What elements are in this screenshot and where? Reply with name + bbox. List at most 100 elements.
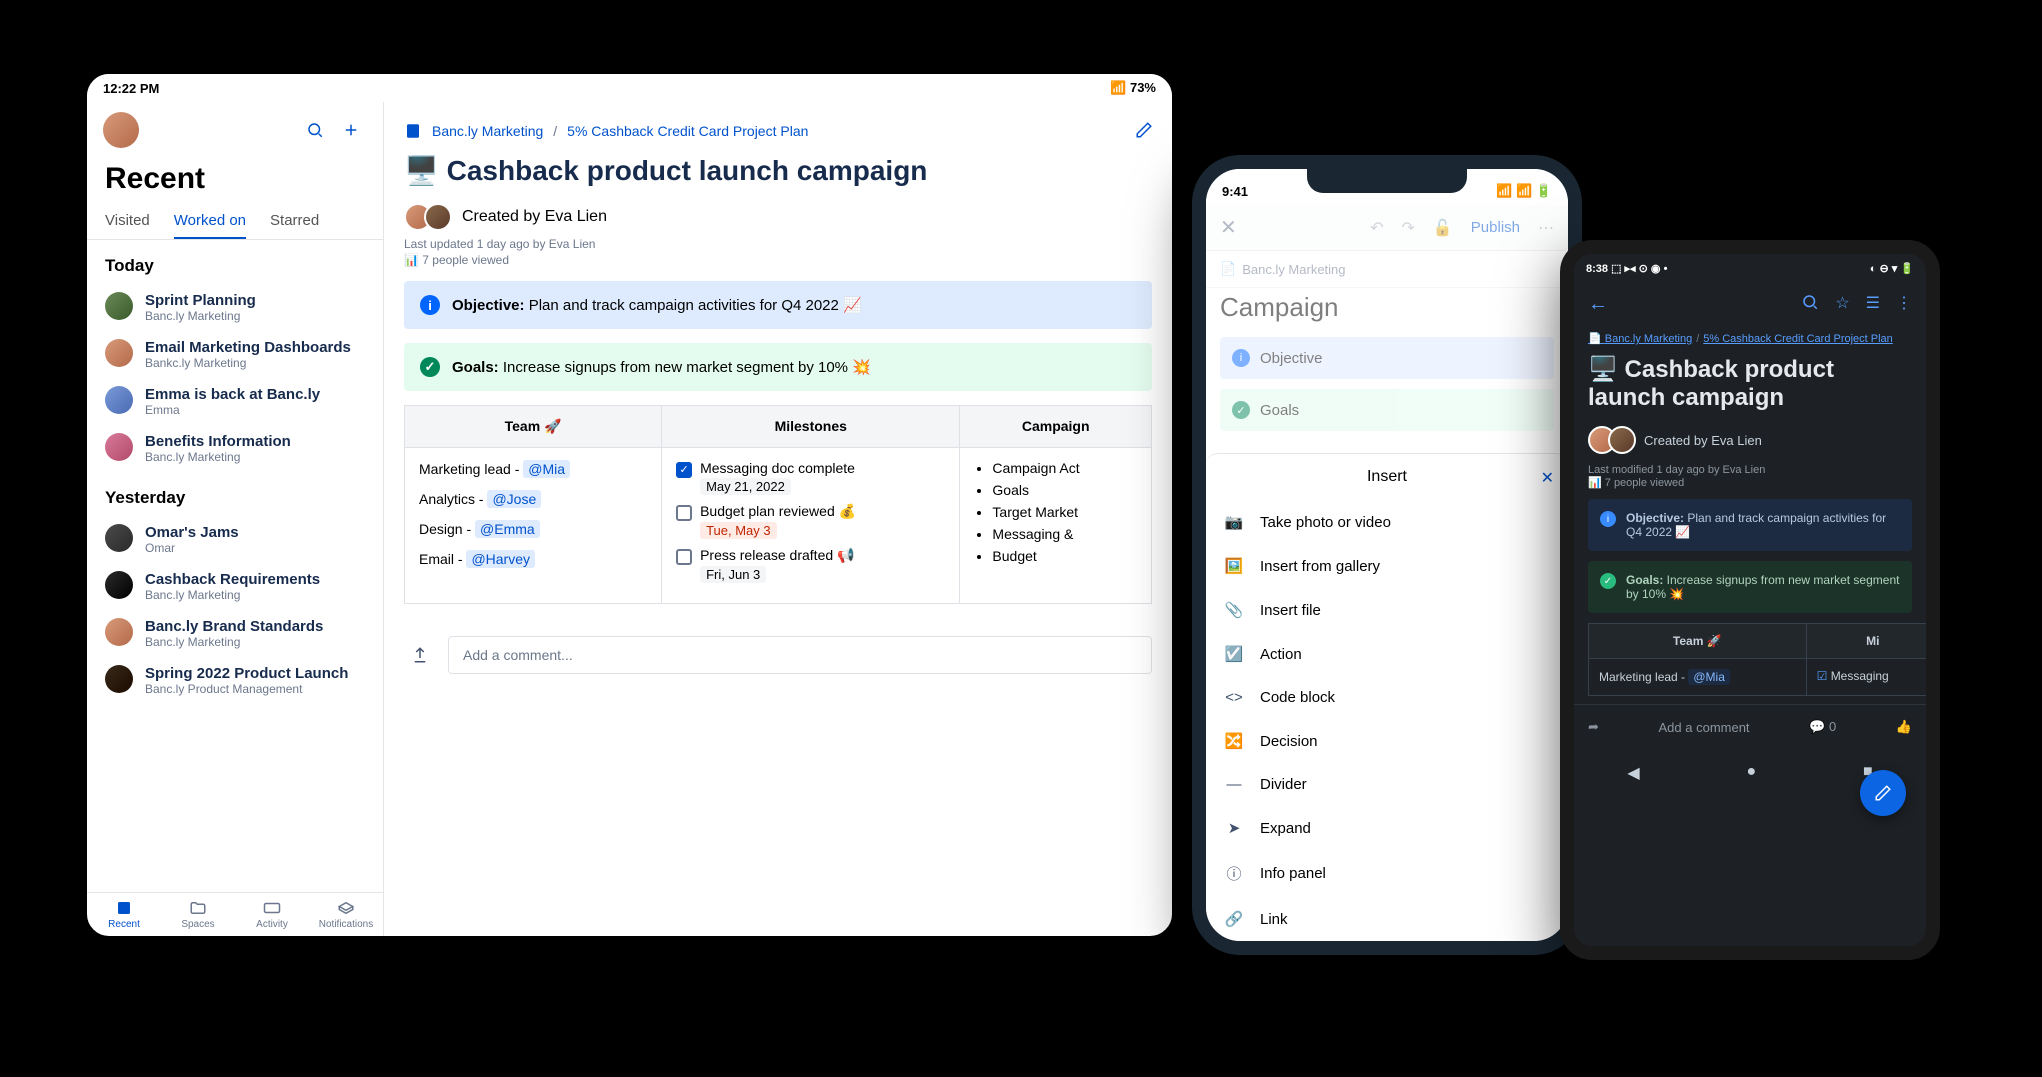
item-subtitle: Banc.ly Product Management [145,682,348,696]
publish-button[interactable]: Publish [1471,219,1520,236]
mention[interactable]: @Harvey [466,550,535,568]
campaign-item: Budget [992,548,1137,564]
checkbox-icon[interactable] [676,549,692,565]
insert-option[interactable]: 🖼️Insert from gallery [1206,544,1568,588]
tablet-statusbar: 12:22 PM 📶 73% [87,74,1172,102]
item-avatar [105,386,133,414]
option-icon: ⓘ [1224,863,1244,884]
option-icon: 🖼️ [1224,557,1244,575]
tab-worked-on[interactable]: Worked on [174,204,246,239]
mention[interactable]: @Jose [487,490,541,508]
insert-option[interactable]: 📷Take photo or video [1206,500,1568,544]
add-icon[interactable] [335,114,367,146]
search-icon[interactable] [1801,293,1819,316]
list-item[interactable]: Benefits InformationBanc.ly Marketing [87,425,383,472]
comment-input[interactable]: Add a comment [1659,720,1750,735]
nav-back[interactable]: ◀ [1627,763,1639,783]
sheet-close-icon[interactable]: ✕ [1541,468,1554,488]
option-icon: — [1224,776,1244,793]
status-indicators: ◐ ⊖ ▾ 🔋 [1870,262,1914,275]
nav-notifications[interactable]: Notifications [309,899,383,930]
nav-activity[interactable]: Activity [235,899,309,930]
recent-list: TodaySprint PlanningBanc.ly MarketingEma… [87,240,383,892]
undo-icon[interactable]: ↶ [1370,218,1383,238]
objective-panel: iObjective: Plan and track campaign acti… [1588,499,1912,551]
list-item[interactable]: Emma is back at Banc.lyEmma [87,378,383,425]
item-avatar [105,339,133,367]
mention[interactable]: @Emma [475,520,540,538]
milestone-item[interactable]: ✓Messaging doc completeMay 21, 2022 [676,460,945,495]
breadcrumb: Banc.ly Marketing / 5% Cashback Credit C… [404,122,1152,140]
dark-toolbar: ← ☆ ☰ ⋮ [1574,283,1926,326]
list-item[interactable]: Spring 2022 Product LaunchBanc.ly Produc… [87,657,383,704]
insert-option[interactable]: 🔀Decision [1206,719,1568,763]
team-cell: Marketing lead - @MiaAnalytics - @JoseDe… [405,448,662,604]
star-icon[interactable]: ☆ [1835,293,1849,316]
list-item[interactable]: Omar's JamsOmar [87,516,383,563]
insert-option[interactable]: ⓘInfo panel [1206,850,1568,897]
item-title: Sprint Planning [145,292,256,309]
milestone-item[interactable]: Budget plan reviewed 💰Tue, May 3 [676,503,945,539]
list-item[interactable]: Sprint PlanningBanc.ly Marketing [87,284,383,331]
tab-visited[interactable]: Visited [105,204,150,239]
nav-recent[interactable]: Recent [87,899,161,930]
redo-icon[interactable]: ↷ [1401,218,1414,238]
sheet-title: Insert✕ [1206,454,1568,500]
insert-option[interactable]: 🔗Link [1206,897,1568,941]
user-avatar[interactable] [103,112,139,148]
more-icon[interactable]: ⋮ [1896,293,1912,316]
campaign-item: Campaign Act [992,460,1137,476]
insert-option[interactable]: ☑️Action [1206,632,1568,676]
th-campaign: Campaign [960,406,1152,448]
breadcrumb-page[interactable]: 5% Cashback Credit Card Project Plan [567,123,808,139]
item-subtitle: Banc.ly Marketing [145,588,320,602]
insert-option[interactable]: 📎Insert file [1206,588,1568,632]
list-item[interactable]: Banc.ly Brand StandardsBanc.ly Marketing [87,610,383,657]
search-icon[interactable] [299,114,331,146]
like-icon[interactable]: 👍 [1896,719,1912,735]
item-avatar [105,524,133,552]
item-title: Emma is back at Banc.ly [145,386,320,403]
item-subtitle: Banc.ly Marketing [145,309,256,323]
insert-option[interactable]: <>Code block [1206,676,1568,719]
campaign-item: Target Market [992,504,1137,520]
breadcrumb-space[interactable]: Banc.ly Marketing [432,123,543,139]
option-label: Insert file [1260,602,1321,619]
back-icon[interactable]: ← [1588,293,1608,316]
nav-home[interactable]: ● [1746,763,1756,783]
tab-starred[interactable]: Starred [270,204,319,239]
editor-toolbar: ✕ ↶ ↷ 🔓 Publish ⋯ [1206,205,1568,251]
list-icon[interactable]: ☰ [1866,293,1880,316]
updated-meta: Last updated 1 day ago by Eva Lien [404,237,1152,251]
insert-option[interactable]: —Divider [1206,763,1568,806]
campaign-table: Team 🚀MilestonesCampaign Marketing lead … [404,405,1152,604]
more-icon[interactable]: ⋯ [1538,218,1554,238]
list-item[interactable]: Cashback RequirementsBanc.ly Marketing [87,563,383,610]
insert-option[interactable]: ➤Expand [1206,806,1568,850]
item-title: Banc.ly Brand Standards [145,618,323,635]
milestone-item[interactable]: Press release drafted 📢Fri, Jun 3 [676,547,945,583]
team-cell: Marketing lead - @Mia [1589,659,1807,696]
edit-fab[interactable] [1860,770,1906,816]
list-item[interactable]: Email Marketing DashboardsBankc.ly Marke… [87,331,383,378]
share-icon[interactable] [404,639,436,671]
edit-icon[interactable] [1128,114,1160,146]
nav-spaces[interactable]: Spaces [161,899,235,930]
item-avatar [105,571,133,599]
checkbox-icon[interactable] [676,505,692,521]
close-icon[interactable]: ✕ [1220,215,1237,240]
editor-breadcrumb[interactable]: 📄 Banc.ly Marketing [1206,251,1568,288]
section-header: Today [87,240,383,284]
editor-title[interactable]: Campaign [1206,288,1568,337]
checkbox-icon[interactable]: ✓ [676,462,692,478]
lock-icon[interactable]: 🔓 [1433,218,1453,238]
option-icon: 🔗 [1224,910,1244,928]
section-header: Yesterday [87,472,383,516]
share-icon[interactable]: ➦ [1588,719,1599,735]
comment-input[interactable]: Add a comment... [448,636,1152,674]
viewed-meta: 📊 7 people viewed [404,253,1152,267]
status-battery: 📶 73% [1110,80,1156,96]
option-label: Code block [1260,689,1335,706]
breadcrumb[interactable]: 📄 Banc.ly Marketing/5% Cashback Credit C… [1574,326,1926,351]
mention[interactable]: @Mia [523,460,570,478]
